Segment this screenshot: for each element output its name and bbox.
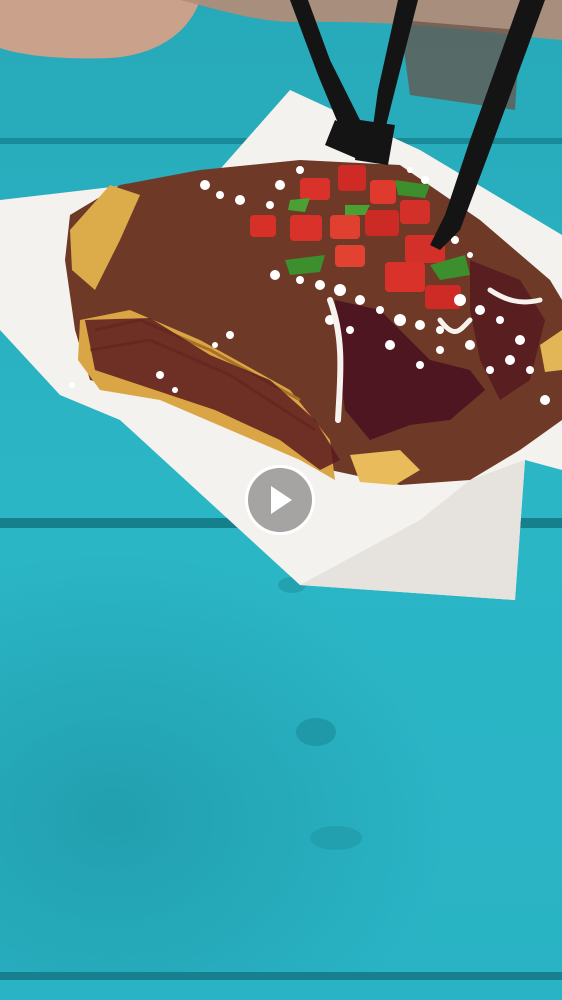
wood-knot [310, 826, 362, 850]
play-icon [271, 486, 292, 514]
play-button[interactable] [245, 465, 315, 535]
video-viewer [0, 0, 562, 1000]
wood-knot [296, 718, 336, 746]
table-seam [0, 972, 562, 980]
